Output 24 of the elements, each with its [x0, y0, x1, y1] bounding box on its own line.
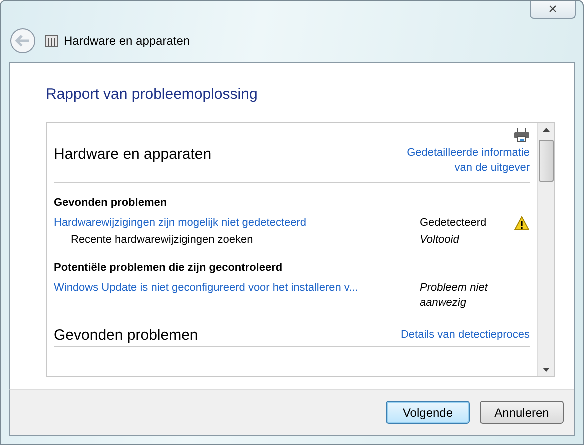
- close-button[interactable]: ×: [530, 1, 576, 19]
- step-label: Recente hardwarewijzigingen zoeken: [70, 233, 254, 248]
- issue-link[interactable]: Windows Update is niet geconfigureerd voor het installeren v...: [54, 281, 420, 311]
- warning-icon: [514, 216, 530, 231]
- status-text: Voltooid: [420, 233, 461, 248]
- printer-icon[interactable]: [514, 128, 530, 143]
- report-title: Hardware en apparaten: [54, 146, 212, 163]
- publisher-info-link[interactable]: Gedetailleerde informatie van de uitgever: [392, 146, 530, 176]
- section-heading: Gevonden problemen: [54, 197, 168, 209]
- dialog-button[interactable]: Volgende: [386, 401, 470, 424]
- dialog-button[interactable]: Annuleren: [480, 401, 564, 424]
- report-title: Gevonden problemen: [54, 327, 198, 344]
- window-title: Hardware en apparaten: [64, 34, 190, 48]
- issue-link[interactable]: Hardwarewijzigingen zijn mogelijk niet gedetecteerd: [54, 216, 420, 231]
- section-heading: Potentiële problemen die zijn gecontroleerd: [54, 262, 284, 274]
- detection-details-link[interactable]: Details van detectieproces: [392, 328, 530, 343]
- hardware-icon: [45, 34, 59, 48]
- page-heading: Rapport van probleemoplossing: [46, 86, 259, 103]
- status-text: Gedetecteerd: [420, 216, 488, 231]
- status-text: Probleem niet aanwezig: [420, 281, 490, 311]
- scroll-up-icon[interactable]: [542, 128, 550, 132]
- scroll-down-icon[interactable]: [542, 368, 550, 372]
- scrollbar[interactable]: [537, 123, 554, 376]
- scroll-thumb[interactable]: [538, 140, 554, 182]
